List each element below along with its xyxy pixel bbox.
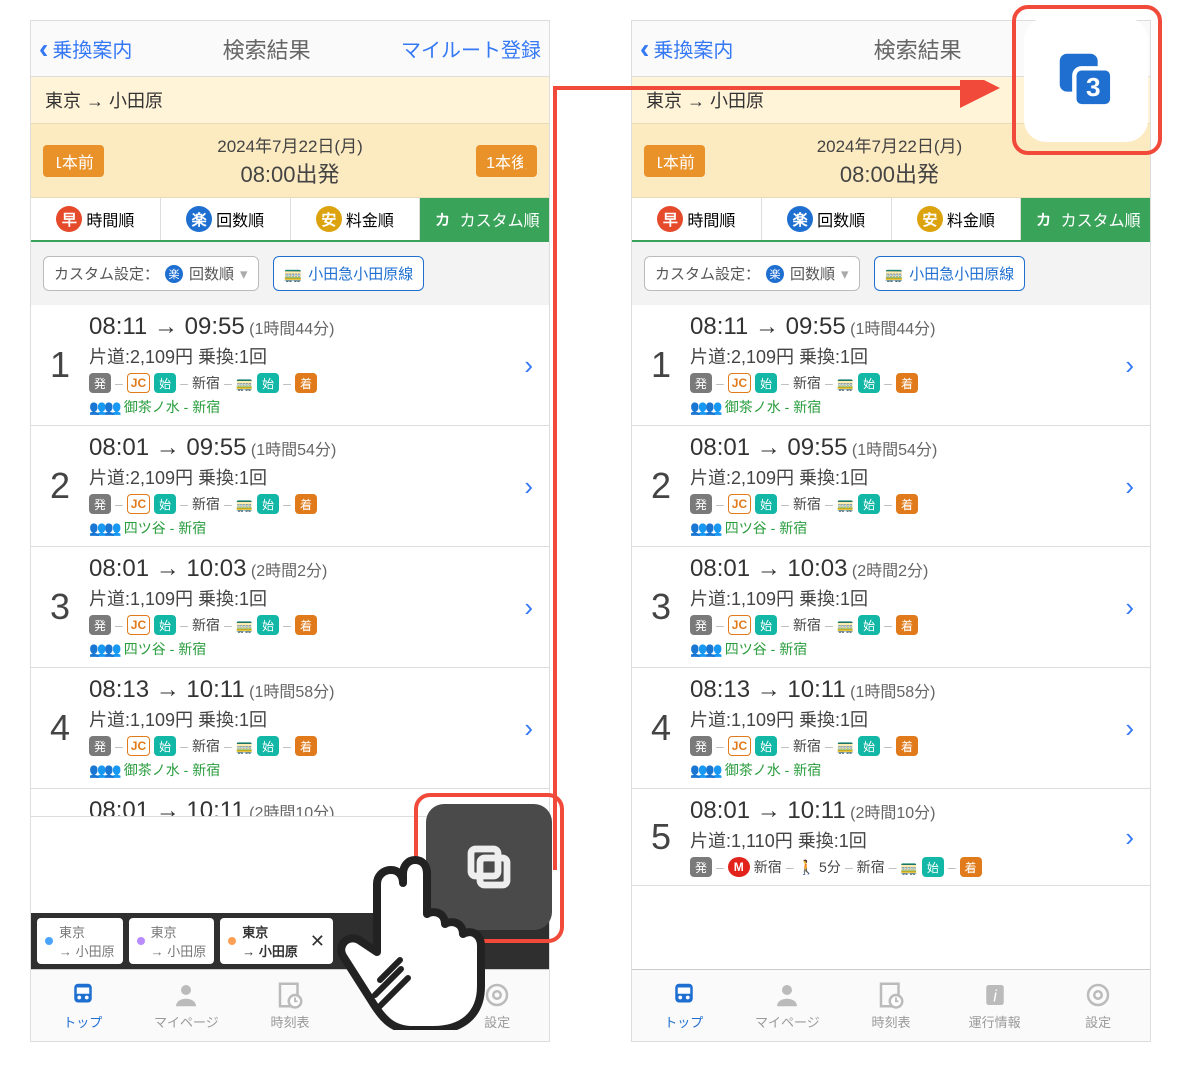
result-row[interactable]: 2 08:01 → 09:55 (1時間54分) 片道:2,109円 乗換:1回… xyxy=(31,426,549,547)
sort-transfer[interactable]: 楽回数順 xyxy=(161,198,291,240)
custom-setting-chip[interactable]: カスタム設定：楽回数順▾ xyxy=(43,256,259,291)
date-center: 2024年7月22日(月) 08:00出発 xyxy=(217,132,363,189)
timetable-icon xyxy=(275,980,305,1010)
route-summary: 東京 → 小田原 xyxy=(31,77,549,124)
sort-custom[interactable]: カカスタム順 xyxy=(420,198,549,240)
tab-settings[interactable]: 設定 xyxy=(1046,970,1150,1041)
navbar: ‹乗換案内 検索結果 マイルート登録 xyxy=(31,21,549,77)
hand-cursor-icon xyxy=(320,840,490,1030)
filter-bar: カスタム設定：楽回数順▾ 🚃小田急小田原線 xyxy=(31,242,549,305)
crowd-icon: 👥👥 xyxy=(89,399,120,415)
line-chip[interactable]: 🚃小田急小田原線 xyxy=(273,256,425,291)
phone-right: ‹乗換案内 検索結果 マイ 東京 → 小田原 1本前 2024年7月22日(月)… xyxy=(631,20,1151,1042)
chevron-right-icon: › xyxy=(514,350,543,381)
sort-time[interactable]: 早時間順 xyxy=(632,198,762,240)
sort-fare[interactable]: 安料金順 xyxy=(892,198,1022,240)
result-row[interactable]: 4 08:13 → 10:11 (1時間58分) 片道:1,109円 乗換:1回… xyxy=(31,668,549,789)
next-train-button[interactable]: 1本後 xyxy=(476,145,537,177)
page-title: 検索結果 xyxy=(223,33,311,65)
sort-fare[interactable]: 安料金順 xyxy=(291,198,421,240)
route-segments: 発–JC始–新宿–🚃始–着 xyxy=(89,373,514,393)
date-bar: 1本前 2024年7月22日(月) 08:00出発 1本後 xyxy=(31,124,549,198)
chevron-left-icon: ‹ xyxy=(39,33,48,65)
easy-mini-icon: 楽 xyxy=(165,265,183,283)
result-row[interactable]: 1 08:11 → 09:55 (1時間44分)片道:2,109円 乗換:1回発… xyxy=(632,305,1150,426)
svg-text:i: i xyxy=(993,987,997,1005)
easy-icon: 楽 xyxy=(186,206,212,232)
back-label: 乗換案内 xyxy=(52,34,132,63)
info-icon: i xyxy=(980,980,1010,1010)
back-button[interactable]: ‹乗換案内 xyxy=(640,33,733,65)
train-tab-icon xyxy=(68,980,98,1010)
tab-top[interactable]: トップ xyxy=(632,970,736,1041)
dot-icon xyxy=(228,937,236,945)
tab-info[interactable]: i運行情報 xyxy=(943,970,1047,1041)
fast-icon: 早 xyxy=(56,206,82,232)
user-icon xyxy=(171,980,201,1010)
sort-transfer[interactable]: 楽回数順 xyxy=(762,198,892,240)
result-row[interactable]: 1 08:11 → 09:55 (1時間44分) 片道:2,109円 乗換:1回… xyxy=(31,305,549,426)
windows-badge[interactable]: 3 xyxy=(1024,18,1148,142)
tab-top[interactable]: トップ xyxy=(31,970,135,1041)
result-row[interactable]: 2 08:01 → 09:55 (1時間54分)片道:2,109円 乗換:1回発… xyxy=(632,426,1150,547)
result-index: 1 xyxy=(31,344,89,386)
sort-bar: 早時間順 楽回数順 安料金順 カカスタム順 xyxy=(31,198,549,242)
time-text: 08:00出発 xyxy=(217,157,363,189)
line-chip[interactable]: 🚃小田急小田原線 xyxy=(874,256,1026,291)
prev-train-button[interactable]: 1本前 xyxy=(644,145,705,177)
history-tab-active[interactable]: 東京→ 小田原✕ xyxy=(220,918,333,964)
dot-icon xyxy=(137,937,145,945)
results-list: 1 08:11 → 09:55 (1時間44分) 片道:2,109円 乗換:1回… xyxy=(31,305,549,817)
train-icon: 🚃 xyxy=(236,375,253,392)
result-row[interactable]: 4 08:13 → 10:11 (1時間58分)片道:1,109円 乗換:1回発… xyxy=(632,668,1150,789)
custom-icon: カ xyxy=(430,206,456,232)
history-tab[interactable]: 東京→ 小田原 xyxy=(37,918,123,964)
dot-icon xyxy=(45,937,53,945)
page-title: 検索結果 xyxy=(874,33,962,65)
train-icon: 🚃 xyxy=(284,265,303,283)
tab-mypage[interactable]: マイページ xyxy=(135,970,239,1041)
cheap-icon: 安 xyxy=(316,206,342,232)
result-row[interactable]: 5 08:01 → 10:11 (2時間10分)片道:1,110円 乗換:1回発… xyxy=(632,789,1150,886)
tab-timetable[interactable]: 時刻表 xyxy=(839,970,943,1041)
date-text: 2024年7月22日(月) xyxy=(217,132,363,157)
copy-badge-icon: 3 xyxy=(1051,45,1121,115)
prev-train-button[interactable]: 1本前 xyxy=(43,145,104,177)
tab-mypage[interactable]: マイページ xyxy=(736,970,840,1041)
walk-icon: 🚶 xyxy=(798,859,815,876)
myroute-button[interactable]: マイルート登録 xyxy=(401,34,541,63)
sort-custom[interactable]: カカスタム順 xyxy=(1021,198,1150,240)
sort-time[interactable]: 早時間順 xyxy=(31,198,161,240)
custom-setting-chip[interactable]: カスタム設定：楽回数順▾ xyxy=(644,256,860,291)
back-button[interactable]: ‹乗換案内 xyxy=(39,33,132,65)
result-row[interactable]: 3 08:01 → 10:03 (2時間2分)片道:1,109円 乗換:1回発–… xyxy=(632,547,1150,668)
metro-icon: M xyxy=(728,857,750,877)
result-row[interactable]: 3 08:01 → 10:03 (2時間2分) 片道:1,109円 乗換:1回 … xyxy=(31,547,549,668)
history-tab[interactable]: 東京→ 小田原 xyxy=(129,918,215,964)
svg-text:3: 3 xyxy=(1086,72,1101,102)
